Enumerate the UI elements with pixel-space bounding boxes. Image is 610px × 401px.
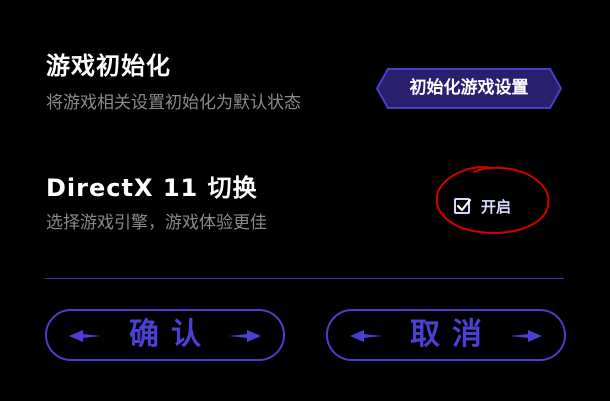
arrow-right-icon <box>510 330 542 342</box>
init-title: 游戏初始化 <box>46 52 171 80</box>
init-settings-button-label: 初始化游戏设置 <box>409 78 529 98</box>
directx-toggle-label: 开启 <box>481 197 512 216</box>
cancel-button[interactable]: 取消 <box>326 309 566 361</box>
divider <box>45 278 564 279</box>
directx-description: 选择游戏引擎，游戏体验更佳 <box>46 213 267 233</box>
directx-checkbox[interactable] <box>454 198 472 214</box>
init-description: 将游戏相关设置初始化为默认状态 <box>46 93 301 113</box>
check-icon <box>456 198 472 212</box>
confirm-button[interactable]: 确认 <box>45 309 285 361</box>
arrow-right-icon <box>229 330 261 342</box>
directx-title: DirectX 11 切换 <box>46 174 258 202</box>
init-settings-button[interactable]: 初始化游戏设置 <box>376 68 562 109</box>
directx-toggle[interactable]: 开启 <box>454 195 511 217</box>
